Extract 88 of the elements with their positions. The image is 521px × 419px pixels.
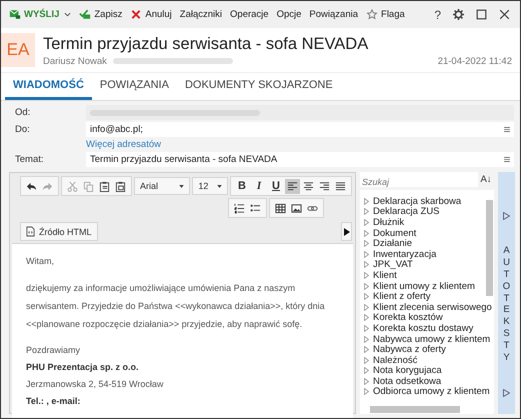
close-icon[interactable]	[499, 9, 510, 20]
autotexts-side-tab[interactable]: AUTOTEKSTY	[498, 172, 515, 414]
triangle-icon	[344, 228, 350, 236]
autotext-item[interactable]: Nota korygujaca	[373, 365, 442, 376]
triangle-icon	[503, 388, 510, 397]
expand-button[interactable]	[341, 222, 352, 241]
align-justify-icon[interactable]	[335, 180, 346, 192]
search-field[interactable]: Szukaj	[360, 174, 478, 190]
menu-button[interactable]: Załączniki	[176, 6, 226, 23]
close-icon	[130, 9, 142, 20]
autotext-item[interactable]: JPK_VAT	[373, 259, 413, 270]
caret-icon	[217, 184, 222, 188]
undo-icon[interactable]	[26, 180, 37, 192]
align-center-icon[interactable]	[303, 180, 314, 192]
autotext-item[interactable]: Odbiorca umowy z klientem	[373, 386, 490, 398]
autotext-item[interactable]: Korekta kosztów	[373, 312, 443, 324]
copy-icon[interactable]	[83, 180, 94, 192]
star-icon	[366, 9, 378, 20]
field-label: Od:	[15, 107, 32, 118]
clipboard-icon[interactable]	[99, 180, 110, 192]
tab[interactable]: DOKUMENTY SKOJARZONE	[176, 73, 341, 100]
flag-button[interactable]: Flaga	[362, 6, 409, 23]
settings-icon[interactable]	[453, 9, 464, 20]
triangle-icon	[503, 212, 510, 220]
autotext-item[interactable]: Klient z oferty	[373, 291, 431, 302]
sender-name: Dariusz Nowak	[43, 56, 107, 66]
scissors-icon[interactable]	[67, 180, 78, 192]
font-size-dropdown[interactable]: 12	[192, 177, 228, 195]
help-button[interactable]: ?	[434, 8, 441, 22]
autotext-item[interactable]: Nabywca umowy z klientem	[373, 334, 490, 345]
numbered-list-icon[interactable]	[234, 202, 245, 214]
maximize-icon[interactable]	[476, 9, 487, 20]
more-recipients-link[interactable]: Więcej adresatów	[86, 139, 161, 150]
autotext-item[interactable]: Dłużnik	[373, 216, 404, 228]
autotext-item[interactable]: Deklaracja ZUS	[373, 206, 440, 218]
signature-line: Pozdrawiamy	[26, 344, 82, 357]
message-title: Termin przyjazdu serwisanta - sofa NEVADA	[43, 34, 370, 54]
bold-button[interactable]: B	[236, 180, 248, 192]
autotext-item[interactable]: Należność	[373, 354, 418, 366]
autotext-item[interactable]: Deklaracja skarbowa	[373, 196, 462, 207]
send-button[interactable]: WYŚLIJ	[5, 6, 76, 23]
menu-button[interactable]: Powiązania	[305, 6, 362, 23]
avatar: EA	[1, 33, 35, 67]
subject-field[interactable]: Termin przyjazdu serwisanta - sofa NEVADA	[86, 152, 514, 167]
menu-button[interactable]: Operacje	[226, 6, 273, 23]
cancel-button[interactable]: Anuluj	[126, 6, 176, 23]
bullet-list-icon[interactable]	[250, 202, 261, 214]
list-icon[interactable]	[504, 127, 510, 132]
autotext-item[interactable]: Klient zlecenia serwisowego	[373, 302, 492, 313]
html-source-button[interactable]: Źródło HTML	[20, 222, 98, 241]
autotexts-label: AUTOTEKSTY	[502, 245, 512, 364]
message-date: 21-04-2022 11:42	[438, 56, 512, 66]
field-label: Do:	[15, 124, 31, 135]
caret-icon	[64, 12, 72, 17]
autotext-item[interactable]: Nota odsetkowa	[373, 376, 442, 387]
save-button[interactable]: Zapisz	[75, 6, 126, 23]
signature-line: PHU Prezentacja sp. z o.o.	[26, 361, 140, 374]
caret-icon	[179, 184, 184, 188]
menu-button[interactable]: Opcje	[272, 6, 306, 23]
autotext-item[interactable]: Korekta kosztu dostawy	[373, 322, 474, 334]
tab[interactable]: POWIĄZANIA	[92, 73, 177, 100]
font-dropdown[interactable]: Arial	[134, 177, 190, 195]
italic-button[interactable]: I	[253, 180, 265, 192]
sort-button[interactable]: A↓	[478, 174, 494, 185]
underline-button[interactable]: U	[270, 180, 282, 192]
document-icon	[26, 226, 35, 237]
envelope-icon	[9, 9, 21, 20]
autotext-item[interactable]: Nabywca z oferty	[373, 344, 446, 356]
autotext-item[interactable]: Działanie	[373, 238, 412, 250]
clipboard-icon[interactable]	[115, 180, 126, 192]
body-paragraph: Witam,	[26, 255, 55, 268]
autotext-item[interactable]: Dokument	[373, 228, 416, 239]
tab[interactable]: WIADOMOŚĆ	[5, 73, 92, 100]
list-icon[interactable]	[504, 157, 510, 162]
align-left-icon[interactable]	[287, 180, 298, 192]
redo-icon[interactable]	[42, 180, 53, 192]
autotext-item[interactable]: Klient umowy z klientem	[373, 280, 475, 292]
body-paragraph: dziękujemy za informacje umożliwiające umówienia Pana z naszym serwisantem. Przyjedzie do Państwa <<wykonawca działania>>, który dnia <<planowane rozpoczęcie działania>> przyjedzie, aby naprawić sofę.	[26, 282, 326, 331]
signature-line: Jerzmanowska 2, 54-519 Wrocław	[26, 378, 164, 391]
field-label: Temat:	[15, 154, 45, 165]
signature-line: Tel.: , e-mail:	[26, 395, 82, 408]
table-icon[interactable]	[275, 202, 286, 214]
autotext-item[interactable]: Klient	[373, 270, 397, 281]
image-icon[interactable]	[291, 202, 302, 214]
checkmark-icon	[79, 9, 92, 20]
autotext-item[interactable]: Inwentaryzacja	[373, 248, 436, 260]
align-right-icon[interactable]	[319, 180, 330, 192]
recipient-field[interactable]: info@abc.pl;	[86, 122, 514, 137]
